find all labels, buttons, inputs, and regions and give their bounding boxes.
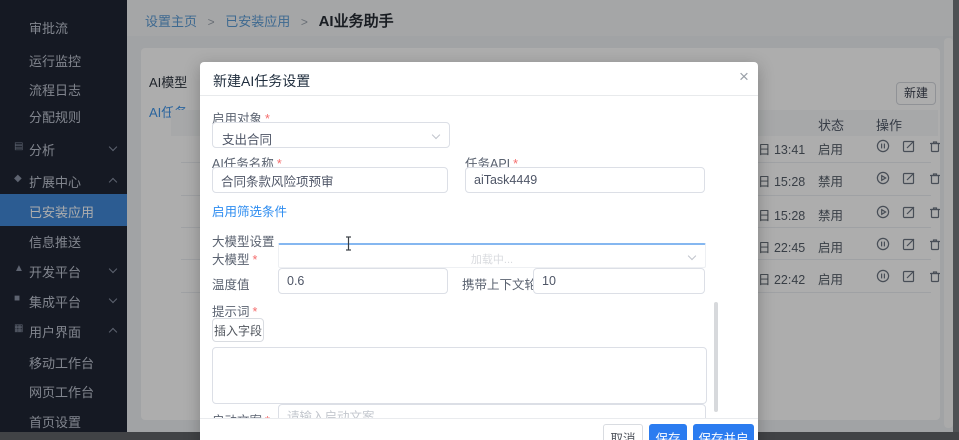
modal-scrollbar[interactable]	[714, 302, 718, 412]
enable-object-value: 支出合同	[222, 129, 272, 148]
model-section-label: 大模型设置	[212, 231, 275, 250]
temperature-label: 温度值	[212, 274, 250, 293]
close-icon[interactable]: ×	[734, 67, 754, 87]
model-select[interactable]: 加载中...	[278, 243, 706, 268]
temperature-input[interactable]	[278, 268, 448, 294]
modal-footer: 取消 保存 保存并启用	[200, 418, 758, 440]
text-cursor	[344, 236, 353, 251]
task-name-input[interactable]	[212, 167, 448, 193]
save-and-enable-button[interactable]: 保存并启用	[693, 424, 754, 440]
new-ai-task-modal: 新建AI任务设置 × 启用对象 支出合同 AI任务名称 任务API 启用筛选条件…	[200, 62, 758, 440]
cancel-button[interactable]: 取消	[603, 424, 643, 440]
model-label: 大模型	[212, 249, 257, 268]
task-api-input[interactable]	[465, 167, 705, 193]
save-button[interactable]: 保存	[649, 424, 687, 440]
enable-filter-link[interactable]: 启用筛选条件	[212, 201, 287, 220]
prompt-textarea[interactable]	[212, 347, 707, 404]
insert-field-button[interactable]: 插入字段	[212, 318, 264, 342]
modal-header-divider	[200, 95, 758, 96]
enable-object-select[interactable]: 支出合同	[212, 122, 450, 148]
context-rounds-input[interactable]	[533, 268, 705, 294]
model-select-loading-hint: 加载中...	[279, 251, 705, 267]
app-window: 审批流 运行监控 流程日志 分配规则 ▤ 分析 ◆ 扩展中心 已安装应用 信息推…	[0, 0, 959, 440]
chevron-down-icon	[432, 131, 440, 139]
modal-title: 新建AI任务设置	[213, 71, 310, 91]
